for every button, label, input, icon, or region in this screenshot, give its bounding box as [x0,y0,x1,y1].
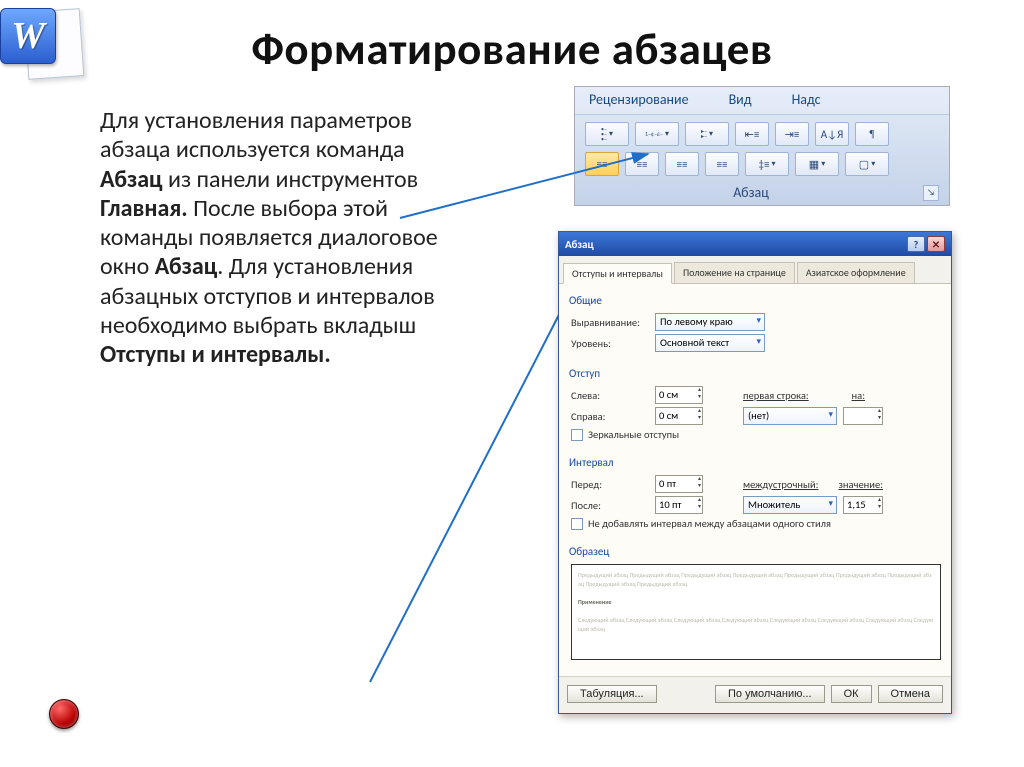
dialog-titlebar: Абзац ? ✕ [559,232,951,256]
ok-button[interactable]: ОК [831,685,872,703]
justify-icon[interactable]: ≡ [705,152,739,176]
tabs-button[interactable]: Табуляция... [567,685,657,703]
borders-icon[interactable] [845,152,889,176]
line-spacing-label: междустрочный: [743,478,829,491]
slide-title: Форматирование абзацев [0,22,1024,77]
indent-right-label: Справа: [571,410,649,423]
indent-left-label: Слева: [571,389,649,402]
numbering-icon[interactable] [635,122,679,146]
indent-icon[interactable] [775,122,809,146]
tab-asian-typography[interactable]: Азиатское оформление [797,262,915,283]
group-general-label: Общие [569,294,941,307]
multilevel-icon[interactable] [685,122,729,146]
shading-icon[interactable] [795,152,839,176]
spacing-before-spin[interactable]: 0 пт [655,475,703,493]
alignment-select[interactable]: По левому краю [655,313,765,331]
tab-line-page-breaks[interactable]: Положение на странице [674,262,795,283]
ribbon-tab-view[interactable]: Вид [729,91,752,108]
spacing-after-spin[interactable]: 10 пт [655,496,703,514]
tab-indents-spacing[interactable]: Отступы и интервалы [563,263,672,284]
align-right-icon[interactable]: ≡ [665,152,699,176]
group-spacing-label: Интервал [569,456,941,469]
first-line-select[interactable]: (нет) [743,407,837,425]
ribbon-tab-addins[interactable]: Надс [792,91,821,108]
record-button-icon[interactable] [49,699,79,729]
no-add-space-checkbox[interactable]: Не добавлять интервал между абзацами одн… [571,517,941,530]
ribbon-tab-review[interactable]: Рецензирование [589,91,689,108]
bullets-icon[interactable] [585,122,629,146]
group-preview-label: Образец [569,545,941,558]
first-line-label: первая строка: [743,389,829,402]
line-spacing-at-spin[interactable]: 1,15 [843,496,883,514]
spacing-after-label: После: [571,499,649,512]
outline-level-label: Уровень: [571,337,649,350]
ribbon-paragraph-group: Рецензирование Вид Надс А↓Я¶ ≡≡≡≡‡≡ Абза… [574,86,950,206]
alignment-label: Выравнивание: [571,316,649,329]
outdent-icon[interactable] [735,122,769,146]
group-indent-label: Отступ [569,367,941,380]
line-spacing-icon[interactable]: ‡≡ [745,152,789,176]
indent-left-spin[interactable]: 0 см [655,386,703,404]
dialog-launcher-icon[interactable]: ↘ [923,185,939,201]
paragraph-dialog: Абзац ? ✕ Отступы и интервалы Положение … [558,231,952,714]
preview-box: Предыдущий абзац Предыдущий абзац Предыд… [571,564,941,660]
indent-right-spin[interactable]: 0 см [655,407,703,425]
align-center-icon[interactable]: ≡ [625,152,659,176]
mirror-indents-checkbox[interactable]: Зеркальные отступы [571,428,941,441]
dialog-title: Абзац [565,238,905,251]
line-spacing-select[interactable]: Множитель [743,496,837,514]
spacing-before-label: Перед: [571,478,649,491]
line-spacing-at-label: значение: [835,478,883,491]
pilcrow-icon[interactable]: ¶ [855,122,889,146]
slide-body-text: Для установления параметров абзаца испол… [100,106,460,369]
outline-level-select[interactable]: Основной текст [655,334,765,352]
default-button[interactable]: По умолчанию... [715,685,825,703]
sort-icon[interactable]: А↓Я [815,122,849,146]
cancel-button[interactable]: Отмена [878,685,943,703]
ribbon-tabs: Рецензирование Вид Надс [575,87,949,114]
first-line-by-label: на: [835,389,865,402]
ribbon-group-label: Абзац [585,184,917,201]
align-left-icon[interactable]: ≡ [585,152,619,176]
help-icon[interactable]: ? [907,236,925,252]
first-line-by-spin[interactable] [843,407,883,425]
close-icon[interactable]: ✕ [927,236,945,252]
